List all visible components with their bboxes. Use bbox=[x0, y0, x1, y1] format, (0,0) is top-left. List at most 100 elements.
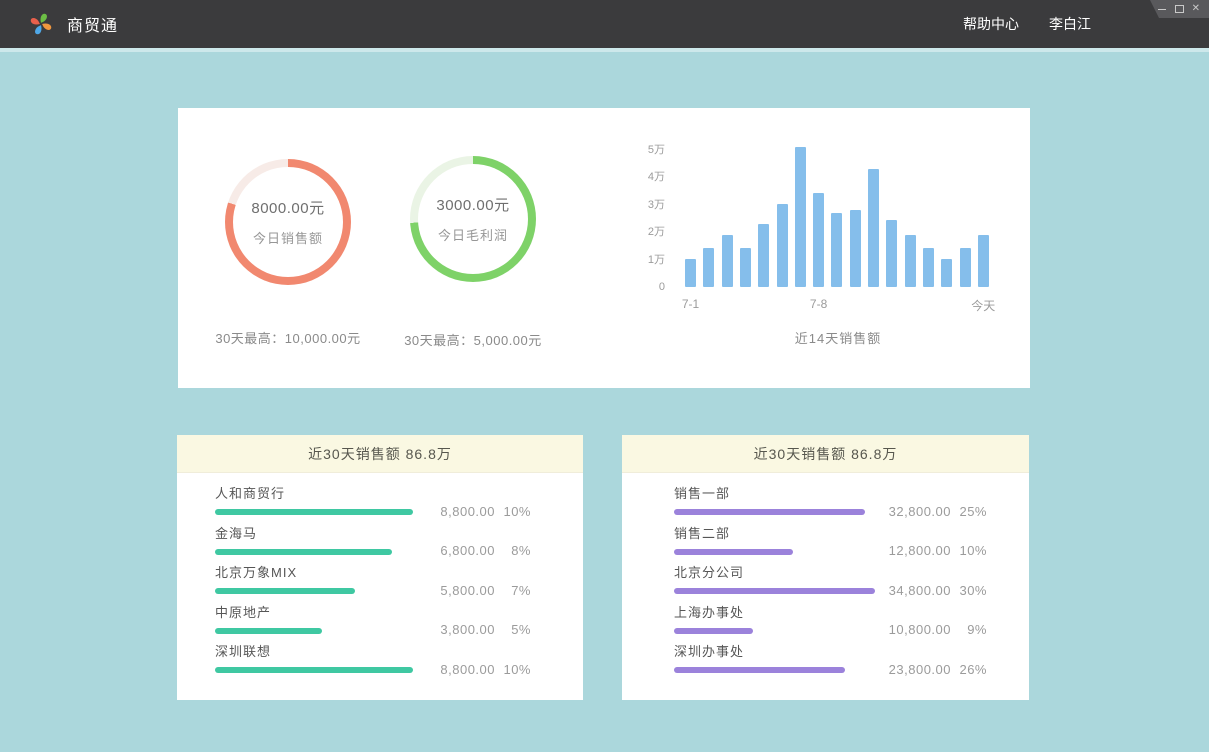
rank-amount: 34,800.00 bbox=[875, 583, 951, 598]
rank-amount: 32,800.00 bbox=[875, 504, 951, 519]
rank-percent: 8% bbox=[495, 543, 531, 558]
rank-label: 中原地产 bbox=[215, 602, 583, 621]
rank-label: 销售一部 bbox=[674, 483, 1029, 502]
rank-percent: 25% bbox=[951, 504, 987, 519]
rank-amount: 5,800.00 bbox=[419, 583, 495, 598]
rank-bar bbox=[215, 549, 392, 555]
y-axis-tick: 3万 bbox=[633, 198, 665, 212]
bar-chart-title: 近14天销售额 bbox=[685, 328, 991, 347]
rank-label: 深圳办事处 bbox=[674, 641, 1029, 660]
list-item: 金海马6,800.008% bbox=[215, 523, 583, 563]
department-ranking-list: 销售一部 32,800.0025% 销售二部12,800.0010% 北京分公司34,… bbox=[674, 483, 1029, 681]
rank-amount: 3,800.00 bbox=[419, 622, 495, 637]
y-axis-tick: 0 bbox=[633, 280, 665, 294]
rank-percent: 5% bbox=[495, 622, 531, 637]
list-item: 深圳联想 8,800.0010% bbox=[215, 641, 583, 681]
rank-value: 8,800.0010% bbox=[419, 504, 531, 519]
rank-bar bbox=[674, 588, 875, 594]
rank-percent: 10% bbox=[495, 504, 531, 519]
rank-bar bbox=[215, 667, 413, 673]
rank-value: 3,800.005% bbox=[419, 622, 531, 637]
list-item: 中原地产3,800.005% bbox=[215, 602, 583, 642]
sales-bar bbox=[941, 259, 952, 287]
rank-percent: 10% bbox=[951, 543, 987, 558]
list-item: 人和商贸行 8,800.0010% bbox=[215, 483, 583, 523]
rank-value: 12,800.0010% bbox=[875, 543, 987, 558]
rank-bar bbox=[674, 628, 753, 634]
customer-ranking-title: 近30天销售额 86.8万 bbox=[177, 435, 583, 473]
rank-amount: 10,800.00 bbox=[875, 622, 951, 637]
sales-bar bbox=[831, 213, 842, 287]
rank-label: 深圳联想 bbox=[215, 641, 583, 660]
rank-value: 34,800.0030% bbox=[875, 583, 987, 598]
sales-14day-bar-chart: 01万2万3万4万5万 7-17-8今天 近14天销售额 bbox=[633, 108, 1030, 388]
maximize-icon[interactable] bbox=[1175, 3, 1184, 15]
y-axis-tick: 1万 bbox=[633, 253, 665, 267]
rank-bar bbox=[215, 628, 322, 634]
close-icon[interactable]: ✕ bbox=[1192, 3, 1200, 15]
rank-label: 上海办事处 bbox=[674, 602, 1029, 621]
sales-bar bbox=[813, 193, 824, 287]
sales-bar bbox=[740, 248, 751, 287]
rank-bar bbox=[674, 509, 865, 515]
today-profit-donut-ring: 3000.00元 今日毛利润 bbox=[410, 156, 536, 282]
rank-label: 人和商贸行 bbox=[215, 483, 583, 502]
rank-bar bbox=[215, 509, 413, 515]
today-profit-value: 3000.00元 bbox=[436, 194, 509, 215]
today-sales-label: 今日销售额 bbox=[253, 228, 323, 247]
rank-label: 金海马 bbox=[215, 523, 583, 542]
rank-percent: 9% bbox=[951, 622, 987, 637]
help-center-link[interactable]: 帮助中心 bbox=[963, 14, 1019, 34]
x-axis-tick: 今天 bbox=[953, 297, 1013, 314]
rank-percent: 10% bbox=[495, 662, 531, 677]
list-item: 北京分公司34,800.0030% bbox=[674, 562, 1029, 602]
rank-percent: 30% bbox=[951, 583, 987, 598]
sales-bar bbox=[960, 248, 971, 287]
rank-amount: 12,800.00 bbox=[875, 543, 951, 558]
department-sales-ranking-card: 近30天销售额 86.8万 销售一部32,800.0025%销售二部12,800… bbox=[622, 435, 1029, 700]
rank-label: 销售二部 bbox=[674, 523, 1029, 542]
app-logo-pinwheel-icon bbox=[28, 11, 54, 37]
y-axis-tick: 5万 bbox=[633, 143, 665, 157]
user-menu[interactable]: 李白江 bbox=[1049, 14, 1091, 34]
titlebar: 商贸通 帮助中心 李白江 ✕ bbox=[0, 0, 1209, 48]
sales-bar bbox=[886, 220, 897, 287]
today-sales-value: 8000.00元 bbox=[251, 197, 324, 218]
today-profit-label: 今日毛利润 bbox=[438, 225, 508, 244]
customer-ranking-list: 人和商贸行8,800.0010%金海马6,800.008%北京万象MIX5,80… bbox=[215, 483, 583, 681]
sales-bar bbox=[905, 235, 916, 287]
sales-bar bbox=[703, 248, 714, 287]
app-title: 商贸通 bbox=[67, 12, 118, 36]
list-item: 上海办事处10,800.009% bbox=[674, 602, 1029, 642]
sales-bar bbox=[850, 210, 861, 287]
sales-bar bbox=[758, 224, 769, 287]
customer-sales-ranking-card: 近30天销售额 86.8万 人和商贸行8,800.0010%金海马6,800.0… bbox=[177, 435, 583, 700]
rank-label: 北京万象MIX bbox=[215, 562, 583, 581]
sales-bar bbox=[777, 204, 788, 287]
sales-bar bbox=[923, 248, 934, 287]
rank-amount: 23,800.00 bbox=[875, 662, 951, 677]
rank-value: 6,800.008% bbox=[419, 543, 531, 558]
x-axis-tick: 7-1 bbox=[661, 297, 721, 311]
rank-percent: 7% bbox=[495, 583, 531, 598]
overview-card: 8000.00元 今日销售额 30天最高：10,000.00元 3000.00元… bbox=[178, 108, 1030, 388]
rank-bar bbox=[215, 588, 355, 594]
list-item: 深圳办事处23,800.0026% bbox=[674, 641, 1029, 681]
rank-value: 5,800.007% bbox=[419, 583, 531, 598]
window-controls: ✕ bbox=[1150, 0, 1209, 18]
rank-amount: 8,800.00 bbox=[419, 662, 495, 677]
list-item: 北京万象MIX 5,800.007% bbox=[215, 562, 583, 602]
rank-value: 10,800.009% bbox=[875, 622, 987, 637]
rank-value: 8,800.0010% bbox=[419, 662, 531, 677]
list-item: 销售一部 32,800.0025% bbox=[674, 483, 1029, 523]
rank-bar bbox=[674, 667, 845, 673]
sales-bar bbox=[722, 235, 733, 287]
sales-bar bbox=[795, 147, 806, 287]
rank-bar bbox=[674, 549, 793, 555]
titlebar-highlight-strip bbox=[0, 48, 1209, 52]
sales-bar bbox=[685, 259, 696, 287]
minimize-icon[interactable] bbox=[1158, 3, 1167, 15]
sales-bar bbox=[868, 169, 879, 287]
x-axis-tick: 7-8 bbox=[789, 297, 849, 311]
today-sales-donut-ring: 8000.00元 今日销售额 bbox=[225, 159, 351, 285]
